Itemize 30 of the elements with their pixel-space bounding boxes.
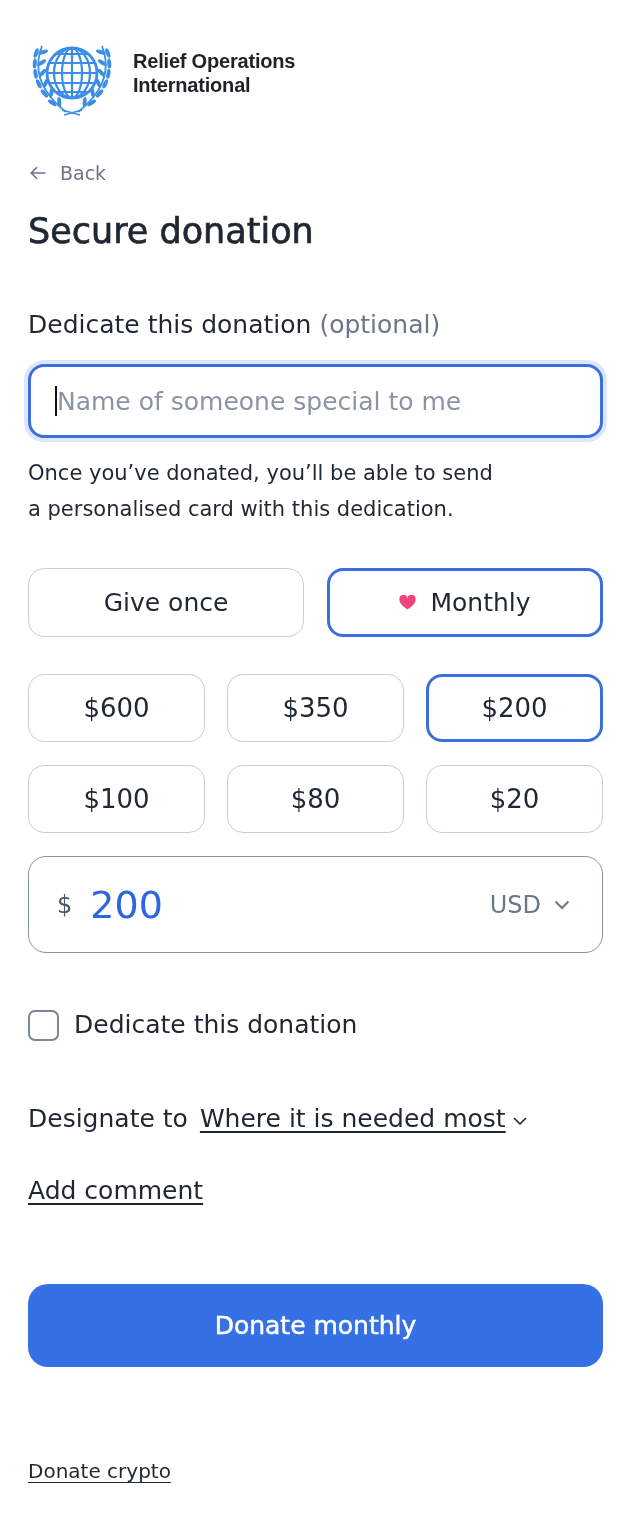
donate-crypto-link[interactable]: Donate crypto — [28, 1457, 171, 1485]
checkbox[interactable] — [28, 1009, 59, 1041]
frequency-tab[interactable]: Monthly — [327, 568, 603, 637]
text-cursor-icon — [55, 386, 57, 416]
back-link[interactable]: Back — [28, 161, 107, 185]
chevron-down-icon — [512, 1116, 527, 1125]
amount-option[interactable]: $600 — [28, 674, 205, 742]
amount-option[interactable]: $80 — [227, 765, 404, 833]
designation-dropdown[interactable]: Where it is needed most — [199, 1103, 527, 1135]
heart-icon — [399, 595, 417, 610]
frequency-tab[interactable]: Give once — [28, 568, 304, 637]
amount-value: 200 — [90, 882, 163, 927]
checkbox-label: Dedicate this donation — [74, 1009, 358, 1041]
back-arrow-icon — [30, 166, 46, 180]
add-comment-link[interactable]: Add comment — [28, 1175, 204, 1207]
amount-option[interactable]: $100 — [28, 765, 205, 833]
dedication-label: Dedicate this donation (optional) — [28, 309, 441, 341]
amount-option[interactable]: $200 — [426, 674, 603, 742]
amount-field[interactable]: $ 200 USD — [28, 856, 603, 953]
page-title: Secure donation — [28, 211, 314, 251]
amount-option[interactable]: $350 — [227, 674, 404, 742]
amount-option[interactable]: $20 — [426, 765, 603, 833]
currency-dropdown[interactable]: USD — [489, 890, 570, 919]
designate-label: Designate to — [28, 1103, 188, 1135]
dedication-input[interactable]: Name of someone special to me — [28, 364, 603, 438]
chevron-down-icon — [554, 899, 570, 910]
dedication-help-text: Once you’ve donated, you’ll be able to send a personalised card with this dedication. — [28, 460, 494, 523]
donate-button[interactable]: Donate monthly — [28, 1284, 603, 1367]
currency-symbol: $ — [57, 890, 73, 919]
organization-name: Relief Operations International — [133, 49, 296, 97]
